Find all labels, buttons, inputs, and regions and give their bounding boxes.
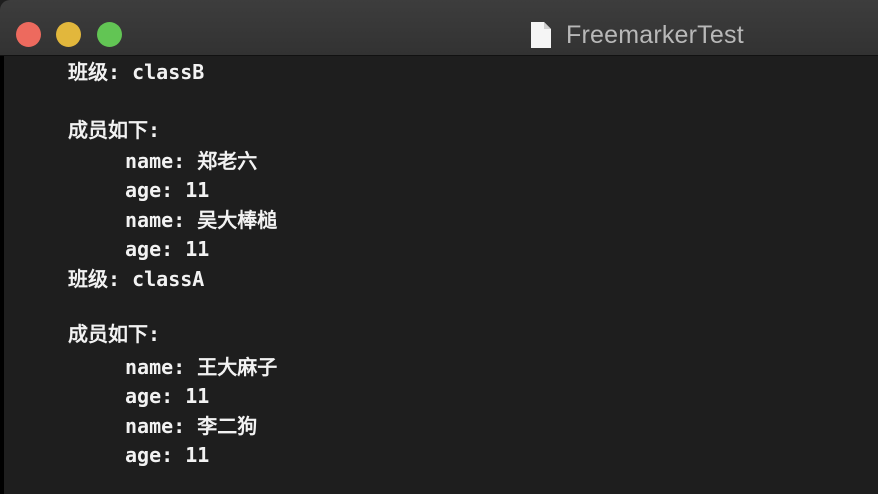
output-line-members-header: 成员如下: (68, 322, 161, 346)
output-line-name: name: 李二狗 (125, 414, 258, 438)
terminal-content[interactable]: 班级: classB 成员如下: name: 郑老六 age: 11 name:… (0, 56, 878, 494)
output-line-age: age: 11 (125, 443, 210, 467)
output-line-age: age: 11 (125, 178, 210, 202)
output-line-name: name: 郑老六 (125, 149, 258, 173)
output-line-name: name: 吴大棒槌 (125, 208, 278, 232)
output-line-class: 班级: classB (68, 60, 205, 84)
close-button[interactable] (16, 22, 41, 47)
title-bar[interactable]: FreemarkerTest (0, 0, 878, 56)
terminal-window: FreemarkerTest 班级: classB 成员如下: name: 郑老… (0, 0, 878, 494)
window-title-group: FreemarkerTest (530, 19, 744, 51)
output-line-class: 班级: classA (68, 267, 205, 291)
output-line-name: name: 王大麻子 (125, 355, 278, 379)
document-icon (530, 21, 552, 49)
output-line-members-header: 成员如下: (68, 118, 161, 142)
zoom-button[interactable] (97, 22, 122, 47)
output-line-age: age: 11 (125, 237, 210, 261)
window-title: FreemarkerTest (566, 20, 744, 49)
output-line-age: age: 11 (125, 384, 210, 408)
minimize-button[interactable] (56, 22, 81, 47)
